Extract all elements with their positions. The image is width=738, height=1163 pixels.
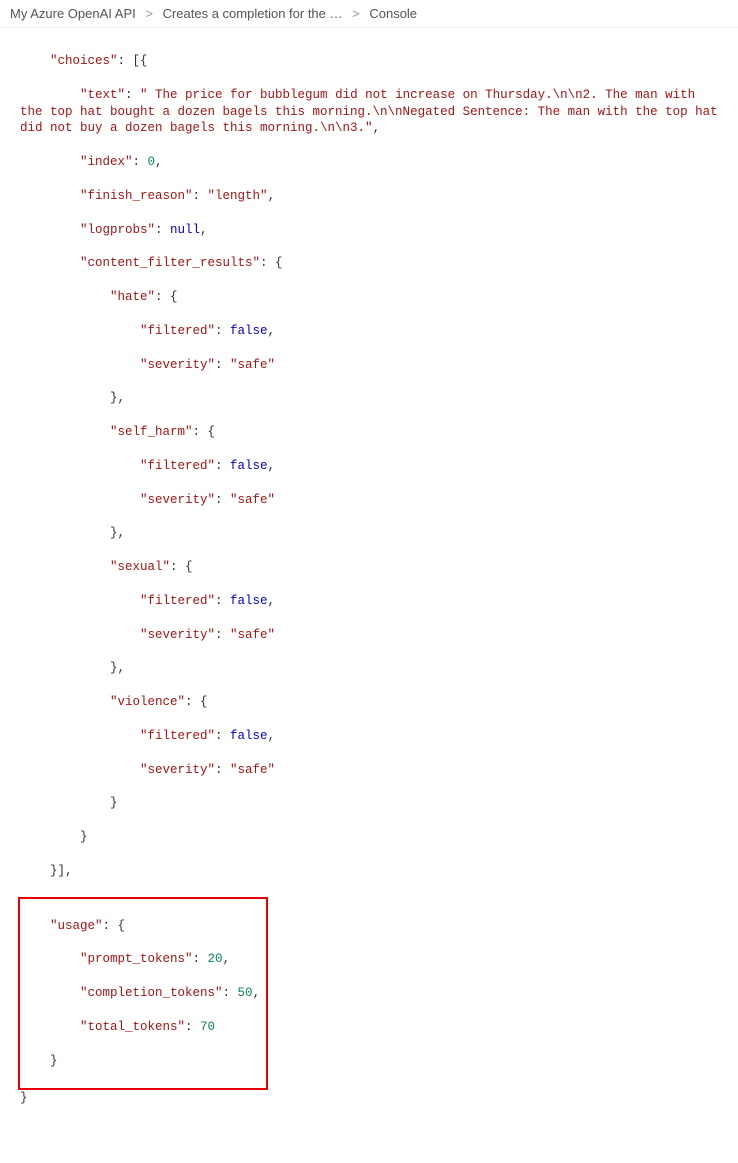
json-punct: : xyxy=(215,358,230,372)
json-number-value: 0 xyxy=(148,155,156,169)
json-punct: , xyxy=(155,155,163,169)
json-key: "hate" xyxy=(110,290,155,304)
json-string-value: "safe" xyxy=(230,493,275,507)
json-punct: : [{ xyxy=(118,54,148,68)
json-bool-value: false xyxy=(230,594,268,608)
json-punct: : { xyxy=(185,695,208,709)
json-number-value: 50 xyxy=(238,986,253,1000)
json-key: "index" xyxy=(80,155,133,169)
json-key: "violence" xyxy=(110,695,185,709)
json-key: "completion_tokens" xyxy=(80,986,223,1000)
json-key: "severity" xyxy=(140,493,215,507)
json-string-value: "length" xyxy=(208,189,268,203)
json-punct: : { xyxy=(260,256,283,270)
json-punct: : xyxy=(215,324,230,338)
json-key: "filtered" xyxy=(140,729,215,743)
usage-highlight: "usage": { "prompt_tokens": 20, "complet… xyxy=(18,897,268,1091)
json-punct: : { xyxy=(155,290,178,304)
json-punct: }, xyxy=(110,526,125,540)
json-punct: : xyxy=(215,628,230,642)
json-punct: , xyxy=(268,729,276,743)
breadcrumb: My Azure OpenAI API > Creates a completi… xyxy=(0,0,738,28)
json-bool-value: false xyxy=(230,729,268,743)
json-key: "content_filter_results" xyxy=(80,256,260,270)
json-response: "choices": [{ "text": " The price for bu… xyxy=(10,34,728,1143)
json-key: "finish_reason" xyxy=(80,189,193,203)
breadcrumb-item-api[interactable]: My Azure OpenAI API xyxy=(10,6,136,21)
json-punct: : xyxy=(215,493,230,507)
breadcrumb-sep: > xyxy=(352,6,360,21)
json-null-value: null xyxy=(170,223,200,237)
json-punct: : xyxy=(223,986,238,1000)
json-punct: , xyxy=(200,223,208,237)
breadcrumb-item-console[interactable]: Console xyxy=(369,6,417,21)
json-punct: : { xyxy=(103,919,126,933)
json-punct: } xyxy=(20,1091,28,1105)
json-punct: , xyxy=(268,324,276,338)
json-punct: }, xyxy=(110,661,125,675)
json-key: "prompt_tokens" xyxy=(80,952,193,966)
json-punct: : { xyxy=(193,425,216,439)
json-punct: } xyxy=(80,830,88,844)
json-key: "severity" xyxy=(140,628,215,642)
json-key: "text" xyxy=(80,88,125,102)
json-punct: , xyxy=(268,459,276,473)
json-punct: , xyxy=(253,986,261,1000)
json-key: "choices" xyxy=(50,54,118,68)
json-key: "sexual" xyxy=(110,560,170,574)
json-punct: : xyxy=(215,594,230,608)
json-punct: , xyxy=(268,594,276,608)
json-punct: , xyxy=(223,952,231,966)
breadcrumb-sep: > xyxy=(145,6,153,21)
json-punct: : xyxy=(185,1020,200,1034)
json-punct: : xyxy=(215,729,230,743)
json-number-value: 20 xyxy=(208,952,223,966)
json-bool-value: false xyxy=(230,324,268,338)
json-key: "self_harm" xyxy=(110,425,193,439)
json-punct: : xyxy=(193,189,208,203)
json-punct: : xyxy=(125,88,140,102)
json-key: "filtered" xyxy=(140,459,215,473)
json-punct: : xyxy=(155,223,170,237)
json-punct: } xyxy=(110,796,118,810)
json-string-value: "safe" xyxy=(230,763,275,777)
json-punct: }], xyxy=(50,864,73,878)
json-string-value: "safe" xyxy=(230,628,275,642)
response-panel: "choices": [{ "text": " The price for bu… xyxy=(0,28,738,1163)
json-punct: } xyxy=(50,1054,58,1068)
breadcrumb-item-operation[interactable]: Creates a completion for the … xyxy=(163,6,343,21)
json-key: "filtered" xyxy=(140,324,215,338)
json-punct: : xyxy=(193,952,208,966)
json-key: "severity" xyxy=(140,763,215,777)
json-punct: , xyxy=(373,121,381,135)
json-key: "logprobs" xyxy=(80,223,155,237)
json-punct: , xyxy=(268,189,276,203)
json-number-value: 70 xyxy=(200,1020,215,1034)
json-bool-value: false xyxy=(230,459,268,473)
json-punct: : xyxy=(215,459,230,473)
json-string-value: "safe" xyxy=(230,358,275,372)
json-punct: : xyxy=(133,155,148,169)
json-key: "usage" xyxy=(50,919,103,933)
json-punct: : { xyxy=(170,560,193,574)
json-key: "filtered" xyxy=(140,594,215,608)
json-punct: }, xyxy=(110,391,125,405)
json-key: "total_tokens" xyxy=(80,1020,185,1034)
json-key: "severity" xyxy=(140,358,215,372)
json-punct: : xyxy=(215,763,230,777)
